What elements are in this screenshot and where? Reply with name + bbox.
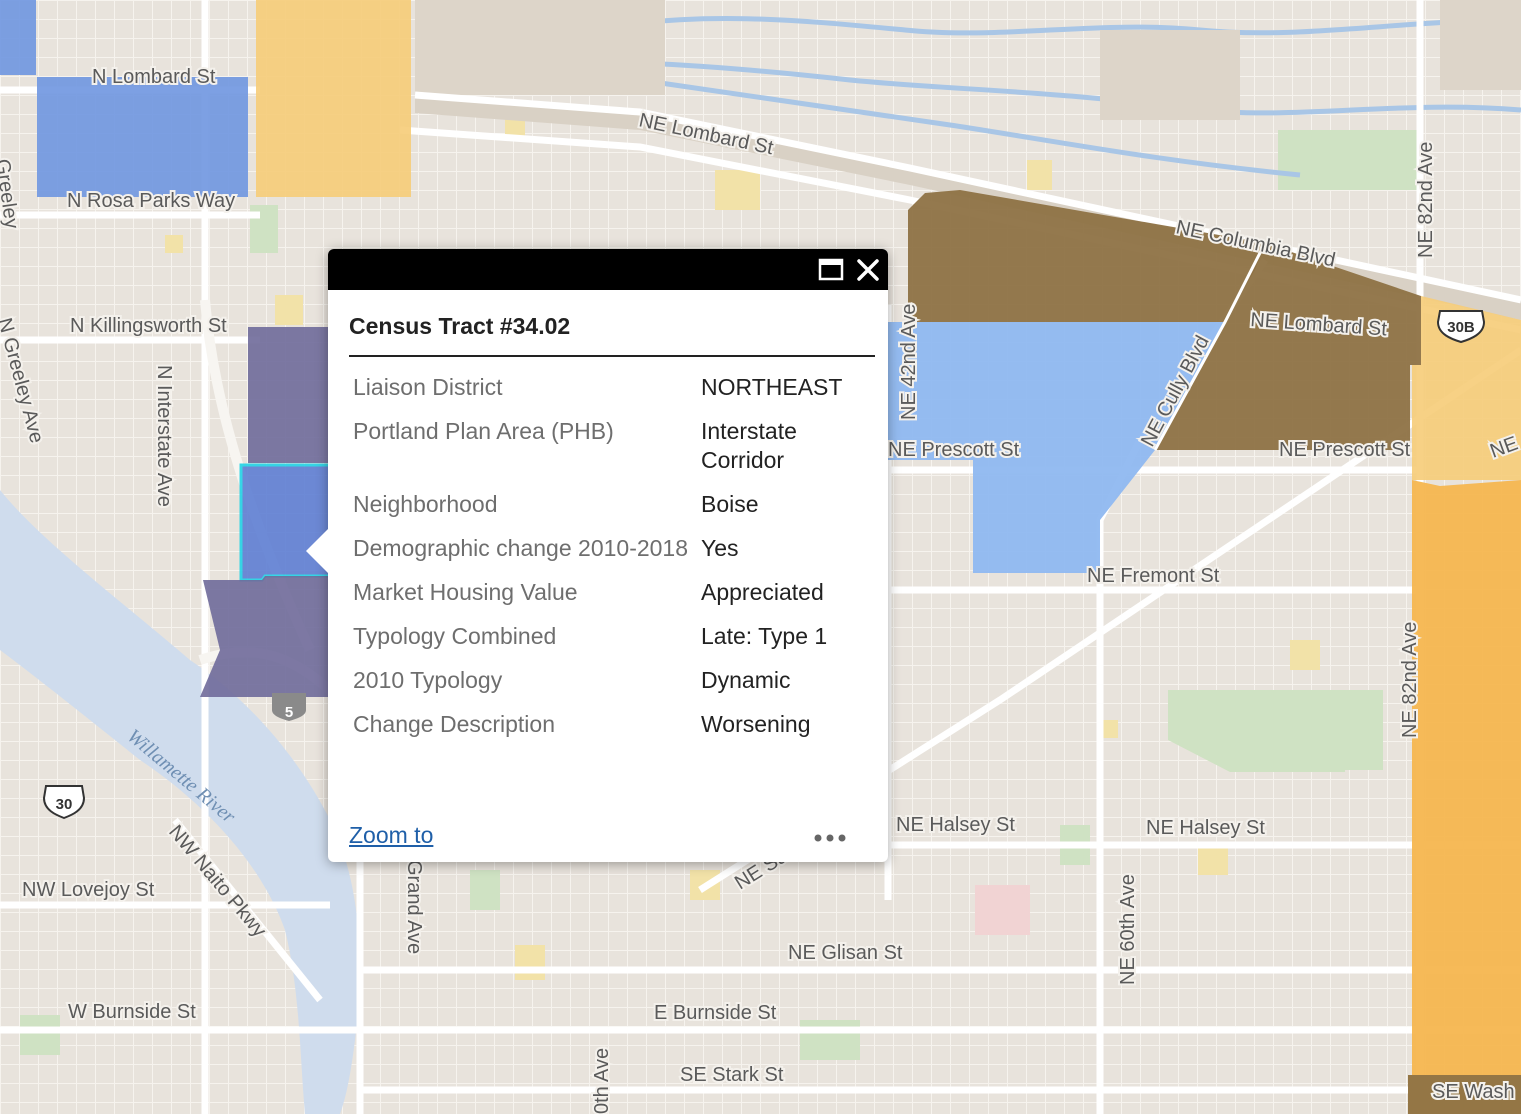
label-ne-prescott-west: NE Prescott St (888, 439, 1020, 461)
label-n-interstate: N Interstate Ave (153, 365, 175, 507)
attribute-value: Worsening (701, 711, 811, 737)
attribute-value: Dynamic (701, 667, 791, 693)
hospital-area (975, 885, 1030, 935)
tract-orange-top[interactable] (256, 0, 411, 197)
route-shield-us30b-label: 30B (1447, 319, 1475, 336)
label-grand-ave: Grand Ave (403, 860, 425, 954)
attribute-row: Liaison District NORTHEAST (353, 373, 873, 417)
popup-pointer (306, 529, 328, 573)
tract-purple-north[interactable] (248, 327, 330, 463)
tract-blue-topleft[interactable] (0, 0, 36, 75)
attribute-key: Typology Combined (353, 623, 557, 649)
info-popup: Census Tract #34.02 Liaison District NORT… (306, 249, 888, 862)
attribute-row: Market Housing Value Appreciated (353, 578, 873, 622)
label-ave-fragment: Ave (591, 1048, 613, 1082)
label-nw-lovejoy: NW Lovejoy St (22, 879, 155, 901)
attribute-value: Boise (701, 491, 759, 517)
more-options-icon[interactable] (810, 823, 850, 853)
attribute-value: Late: Type 1 (701, 623, 828, 649)
attribute-table: Liaison District NORTHEAST Portland Plan … (353, 373, 873, 754)
label-ne-60th: NE 60th Ave (1117, 874, 1139, 985)
popup-title: Census Tract #34.02 (349, 313, 571, 339)
label-0th-fragment: 0th (591, 1086, 613, 1114)
attribute-key: Neighborhood (353, 491, 498, 517)
close-icon[interactable] (855, 257, 881, 283)
attribute-key: Change Description (353, 711, 556, 737)
tract-blue-lombard[interactable] (37, 77, 248, 197)
attribute-value: Interstate Corridor (701, 418, 797, 473)
attribute-row: Demographic change 2010-2018 Yes (353, 534, 873, 578)
label-ne-glisan: NE Glisan St (788, 942, 903, 964)
popup-header (328, 249, 888, 290)
label-n-killingsworth: N Killingsworth St (70, 315, 227, 337)
maximize-icon[interactable] (818, 257, 844, 283)
tract-orange-right[interactable] (1408, 480, 1521, 1114)
label-ne-82nd-north: NE 82nd Ave (1415, 142, 1437, 258)
label-se-washington: SE Wash (1432, 1081, 1515, 1103)
attribute-value: NORTHEAST (701, 374, 843, 400)
label-w-burnside: W Burnside St (68, 1001, 196, 1023)
tract-purple-south[interactable] (200, 576, 330, 697)
attribute-row: Neighborhood Boise (353, 490, 873, 534)
attribute-row: 2010 Typology Dynamic (353, 666, 873, 710)
attribute-row: Typology Combined Late: Type 1 (353, 622, 873, 666)
attribute-key: 2010 Typology (353, 667, 503, 693)
label-e-burnside: E Burnside St (654, 1002, 777, 1024)
attribute-value: Appreciated (701, 579, 824, 605)
label-n-rosa-parks: N Rosa Parks Way (67, 190, 235, 212)
attribute-row: Portland Plan Area (PHB) Interstate Corri… (353, 417, 873, 490)
route-shield-i5-label: 5 (285, 704, 293, 721)
attribute-key: Demographic change 2010-2018 (353, 535, 689, 561)
attribute-key: Liaison District (353, 374, 503, 400)
label-ne-halsey-east: NE Halsey St (1146, 817, 1265, 839)
label-se-stark: SE Stark St (680, 1064, 784, 1086)
attribute-key: Market Housing Value (353, 579, 578, 605)
attribute-row: Change Description Worsening (353, 710, 873, 754)
label-ne-prescott-east: NE Prescott St (1279, 439, 1411, 461)
label-ne-42nd: NE 42nd Ave (898, 304, 920, 420)
attribute-key: Portland Plan Area (PHB) (353, 418, 614, 444)
attribute-value: Yes (701, 535, 739, 561)
route-shield-us30-label: 30 (56, 796, 73, 813)
label-ne-82nd-south: NE 82nd Ave (1399, 622, 1421, 738)
title-divider (349, 355, 875, 357)
zoom-to-link[interactable]: Zoom to (349, 822, 433, 849)
label-ne-halsey-west: NE Halsey St (896, 814, 1015, 836)
label-n-lombard: N Lombard St (92, 66, 216, 88)
label-ne-fremont: NE Fremont St (1087, 565, 1220, 587)
